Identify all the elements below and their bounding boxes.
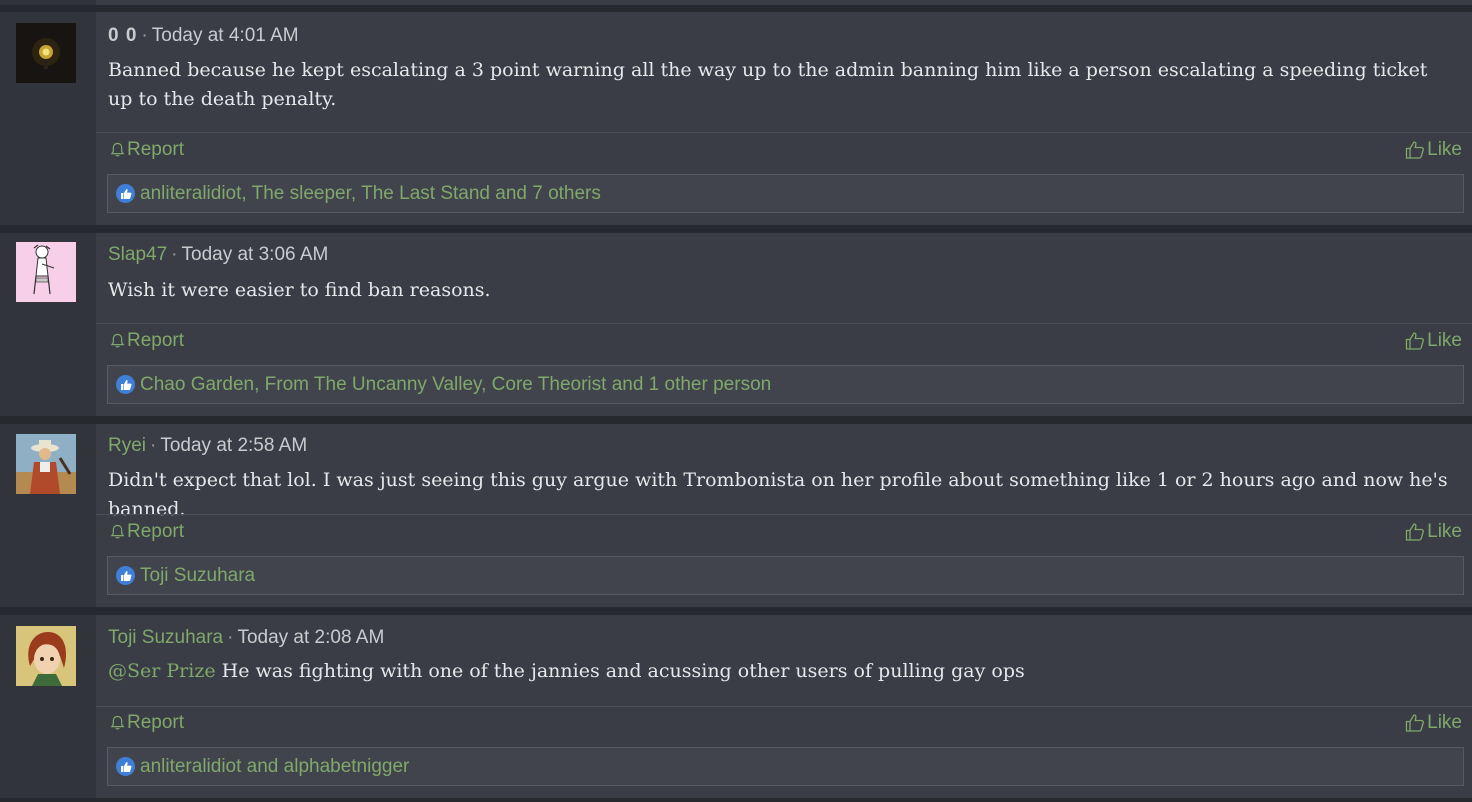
divider xyxy=(96,706,1472,707)
like-label: Like xyxy=(1427,139,1462,160)
post-meta: Toji Suzuhara · Today at 2:08 AM xyxy=(108,627,384,649)
report-button[interactable]: Report xyxy=(110,330,184,352)
user-column xyxy=(0,424,96,607)
reactions-bar[interactable]: anliteralidiot and alphabetnigger xyxy=(107,747,1464,786)
like-reaction-icon xyxy=(116,757,135,776)
thumbs-up-icon xyxy=(1405,332,1425,350)
thumbs-up-icon xyxy=(1405,714,1425,732)
reaction-users[interactable]: Chao Garden, From The Uncanny Valley, Co… xyxy=(140,374,771,396)
post-body: Ryei · Today at 2:58 AM Didn't expect that… xyxy=(96,424,1472,607)
top-divider-strip xyxy=(0,0,1472,5)
reactions-bar[interactable]: anliteralidiot, The sleeper, The Last St… xyxy=(107,174,1464,213)
like-button[interactable]: Like xyxy=(1405,712,1462,734)
reaction-users[interactable]: Toji Suzuhara xyxy=(140,565,255,587)
post: Ryei · Today at 2:58 AM Didn't expect that… xyxy=(0,424,1472,607)
author-link[interactable]: Slap47 xyxy=(108,244,167,265)
post: 0 0 · Today at 4:01 AM Banned because he k… xyxy=(0,12,1472,225)
post-message: Wish it were easier to find ban reasons. xyxy=(108,279,491,301)
post-meta: Ryei · Today at 2:58 AM xyxy=(108,435,307,457)
thumbs-up-icon xyxy=(1405,141,1425,159)
separator: · xyxy=(171,244,178,265)
bell-icon xyxy=(110,524,125,539)
user-column xyxy=(0,615,96,798)
user-column xyxy=(0,12,96,225)
avatar[interactable] xyxy=(16,434,76,494)
avatar[interactable] xyxy=(16,626,76,686)
like-button[interactable]: Like xyxy=(1405,330,1462,352)
post-timestamp[interactable]: Today at 3:06 AM xyxy=(182,244,329,265)
report-label: Report xyxy=(127,330,185,351)
like-button[interactable]: Like xyxy=(1405,139,1462,161)
like-reaction-icon xyxy=(116,566,135,585)
post-meta: 0 0 · Today at 4:01 AM xyxy=(108,25,299,47)
message-text: He was fighting with one of the jannies … xyxy=(215,660,1025,682)
author-link[interactable]: 0 0 xyxy=(108,25,137,46)
divider xyxy=(96,132,1472,133)
post-message: @Ser Prize He was fighting with one of t… xyxy=(108,657,1450,686)
post-message: Banned because he kept escalating a 3 po… xyxy=(108,59,1428,110)
author-link[interactable]: Ryei xyxy=(108,435,146,456)
post-message: Didn't expect that lol. I was just seein… xyxy=(108,469,1448,520)
report-button[interactable]: Report xyxy=(110,139,184,161)
thumbs-up-icon xyxy=(1405,523,1425,541)
like-label: Like xyxy=(1427,712,1462,733)
bell-icon xyxy=(110,333,125,348)
user-mention-link[interactable]: @Ser Prize xyxy=(108,660,216,682)
post-timestamp[interactable]: Today at 2:58 AM xyxy=(160,435,307,456)
bell-icon xyxy=(110,715,125,730)
report-label: Report xyxy=(127,521,185,542)
report-button[interactable]: Report xyxy=(110,521,184,543)
user-column xyxy=(0,233,96,416)
divider xyxy=(96,514,1472,515)
report-label: Report xyxy=(127,712,185,733)
post-timestamp[interactable]: Today at 2:08 AM xyxy=(237,627,384,648)
reaction-users[interactable]: anliteralidiot, The sleeper, The Last St… xyxy=(140,183,601,205)
reaction-users[interactable]: anliteralidiot and alphabetnigger xyxy=(140,756,409,778)
reactions-bar[interactable]: Toji Suzuhara xyxy=(107,556,1464,595)
bell-icon xyxy=(110,142,125,157)
like-reaction-icon xyxy=(116,375,135,394)
avatar[interactable] xyxy=(16,23,76,83)
divider xyxy=(96,323,1472,324)
like-button[interactable]: Like xyxy=(1405,521,1462,543)
report-button[interactable]: Report xyxy=(110,712,184,734)
post-body: Slap47 · Today at 3:06 AM Wish it were eas… xyxy=(96,233,1472,416)
separator: · xyxy=(141,25,148,46)
like-reaction-icon xyxy=(116,184,135,203)
post: Toji Suzuhara · Today at 2:08 AM @Ser Priz… xyxy=(0,615,1472,798)
post: Slap47 · Today at 3:06 AM Wish it were eas… xyxy=(0,233,1472,416)
post-timestamp[interactable]: Today at 4:01 AM xyxy=(152,25,299,46)
avatar[interactable] xyxy=(16,242,76,302)
reactions-bar[interactable]: Chao Garden, From The Uncanny Valley, Co… xyxy=(107,365,1464,404)
like-label: Like xyxy=(1427,521,1462,542)
post-meta: Slap47 · Today at 3:06 AM xyxy=(108,244,328,266)
separator: · xyxy=(150,435,157,456)
separator: · xyxy=(227,627,234,648)
post-body: 0 0 · Today at 4:01 AM Banned because he k… xyxy=(96,12,1472,225)
report-label: Report xyxy=(127,139,185,160)
author-link[interactable]: Toji Suzuhara xyxy=(108,627,223,648)
like-label: Like xyxy=(1427,330,1462,351)
post-body: Toji Suzuhara · Today at 2:08 AM @Ser Priz… xyxy=(96,615,1472,798)
